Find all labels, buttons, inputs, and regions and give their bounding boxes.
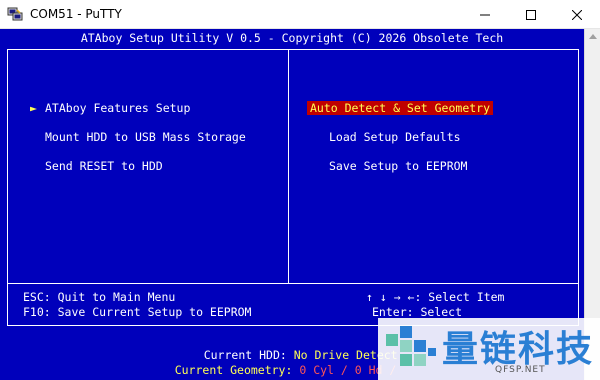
selection-arrow-icon: ►	[30, 101, 37, 115]
close-button[interactable]	[554, 0, 600, 29]
maximize-button[interactable]	[508, 0, 554, 29]
maximize-icon	[526, 9, 536, 20]
close-icon	[572, 9, 582, 20]
help-f10: F10: Save Current Setup to EEPROM	[23, 305, 252, 319]
help-arrows: ↑ ↓ → ←: Select Item	[366, 290, 505, 304]
putty-app-icon[interactable]	[7, 7, 23, 21]
window-title: COM51 - PuTTY	[30, 7, 122, 21]
minimize-icon	[480, 14, 490, 15]
minimize-button[interactable]	[462, 0, 508, 29]
menu-item-send-reset[interactable]: Send RESET to HDD	[45, 159, 163, 173]
watermark-logo-icon	[386, 326, 436, 366]
help-enter: Enter: Select	[372, 305, 463, 319]
title-bar: COM51 - PuTTY	[0, 0, 600, 29]
menu-item-mount-hdd-usb[interactable]: Mount HDD to USB Mass Storage	[45, 130, 246, 144]
setup-header: ATAboy Setup Utility V 0.5 - Copyright (…	[80, 31, 504, 45]
status-geometry-row: Current Geometry: 0 Cyl / 0 Hd /	[147, 349, 397, 380]
menu-divider	[288, 49, 289, 283]
watermark-sub: QFSP.NET	[495, 365, 546, 375]
watermark: 量链科技 QFSP.NET	[378, 318, 600, 380]
menu-item-ataboy-features-setup[interactable]: ATAboy Features Setup	[45, 101, 190, 115]
scroll-up-icon[interactable]	[589, 34, 597, 39]
menu-item-save-setup-eeprom[interactable]: Save Setup to EEPROM	[329, 159, 467, 173]
status-geometry-label: Current Geometry:	[174, 363, 293, 377]
help-esc: ESC: Quit to Main Menu	[23, 290, 176, 304]
menu-item-load-setup-defaults[interactable]: Load Setup Defaults	[329, 130, 461, 144]
menu-item-auto-detect-geometry[interactable]: Auto Detect & Set Geometry	[307, 101, 494, 115]
